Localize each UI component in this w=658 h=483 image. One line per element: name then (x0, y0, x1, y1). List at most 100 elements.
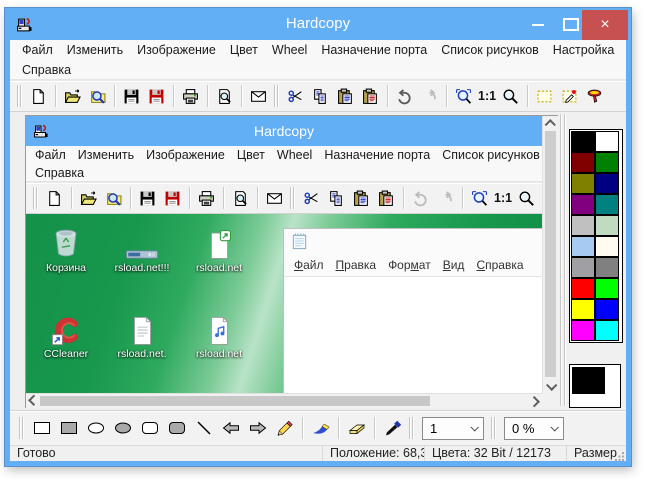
zoom-button[interactable] (498, 84, 523, 109)
line-width-dropdown[interactable]: 1 (422, 416, 484, 440)
arrow-right-button[interactable] (244, 416, 271, 440)
zoom-100-button[interactable]: 1:1 (476, 84, 498, 109)
menu-item-Настройка[interactable]: Настройка (546, 40, 622, 60)
minimize-button[interactable] (525, 8, 551, 40)
menu-item-Изменить[interactable]: Изменить (60, 40, 130, 60)
print-button[interactable] (194, 186, 219, 211)
palette-swatch-#000080[interactable] (595, 173, 619, 194)
select-rectangle-button[interactable] (532, 84, 557, 109)
cut-button[interactable] (283, 84, 308, 109)
rectangle-button[interactable] (28, 416, 55, 440)
title-bar[interactable]: Hardcopy × (5, 8, 631, 40)
paste-button[interactable] (349, 186, 374, 211)
rounded-rectangle-filled-button[interactable] (163, 416, 190, 440)
captured-image-canvas[interactable]: Корзина rsload.net!!! rsload.net CCleaner rs… (26, 214, 542, 393)
capture-button[interactable] (582, 84, 607, 109)
paste-special-button[interactable] (358, 84, 383, 109)
toolbar-grip[interactable] (409, 416, 415, 440)
color-picker-button[interactable] (379, 416, 406, 440)
redo-button[interactable] (433, 186, 458, 211)
print-button[interactable] (178, 84, 203, 109)
line-button[interactable] (190, 416, 217, 440)
scroll-right-button[interactable] (528, 394, 542, 408)
save-as-button[interactable] (160, 186, 185, 211)
palette-swatch-#FFFFFF[interactable] (595, 131, 619, 152)
undo-button[interactable] (408, 186, 433, 211)
zoom-window-button[interactable] (451, 84, 476, 109)
horizontal-scrollbar[interactable] (26, 393, 542, 408)
vertical-scroll-thumb[interactable] (545, 131, 556, 377)
line-width-dropdown-button[interactable] (465, 418, 483, 439)
menu-item-Цвет[interactable]: Цвет (223, 40, 265, 60)
toolbar-grip[interactable] (19, 416, 25, 440)
menu-item-Назначение порта[interactable]: Назначение порта (318, 146, 436, 164)
open-preview-button[interactable] (85, 84, 110, 109)
scroll-left-button[interactable] (26, 394, 40, 408)
ellipse-filled-button[interactable] (109, 416, 136, 440)
redo-button[interactable] (417, 84, 442, 109)
opacity-dropdown-button[interactable] (545, 418, 563, 439)
palette-swatch-#00FFFF[interactable] (595, 320, 619, 341)
eraser-button[interactable] (343, 416, 370, 440)
toolbar-grip[interactable] (290, 186, 296, 210)
menu-item-Назначение порта[interactable]: Назначение порта (314, 40, 434, 60)
zoom-button[interactable] (514, 186, 539, 211)
copy-button[interactable] (308, 84, 333, 109)
toolbar-grip[interactable] (491, 416, 497, 440)
scroll-up-button[interactable] (543, 116, 558, 131)
marker-button[interactable] (307, 416, 334, 440)
zoom-window-button[interactable] (467, 186, 492, 211)
open-button[interactable] (60, 84, 85, 109)
palette-swatch-#008000[interactable] (595, 152, 619, 173)
palette-swatch-#A6CAF0[interactable] (571, 236, 595, 257)
send-mail-button[interactable] (262, 186, 287, 211)
edit-selection-button[interactable] (557, 84, 582, 109)
menu-item-Список рисунков[interactable]: Список рисунков (434, 40, 546, 60)
menu-item-Файл[interactable]: Файл (29, 146, 72, 164)
ellipse-button[interactable] (82, 416, 109, 440)
palette-swatch-#FFFBF0[interactable] (595, 236, 619, 257)
palette-swatch-#C0DCC0[interactable] (595, 215, 619, 236)
palette-swatch-#000000[interactable] (571, 131, 595, 152)
palette-swatch-#FF0000[interactable] (571, 278, 595, 299)
palette-swatch-#0000FF[interactable] (595, 299, 619, 320)
menu-item-Wheel[interactable]: Wheel (271, 146, 318, 164)
save-as-button[interactable] (144, 84, 169, 109)
paste-special-button[interactable] (374, 186, 399, 211)
rectangle-filled-button[interactable] (55, 416, 82, 440)
menu-item-Изображение[interactable]: Изображение (140, 146, 231, 164)
paste-button[interactable] (333, 84, 358, 109)
menu-item-Список рисунков[interactable]: Список рисунков (436, 146, 542, 164)
undo-button[interactable] (392, 84, 417, 109)
menu-item-Справка[interactable]: Справка (29, 164, 90, 182)
child-title-bar[interactable]: Hardcopy (26, 116, 542, 146)
menu-item-Изменить[interactable]: Изменить (72, 146, 140, 164)
new-document-button[interactable] (26, 84, 51, 109)
save-button[interactable] (135, 186, 160, 211)
vertical-scrollbar[interactable] (542, 116, 558, 393)
menu-item-Цвет[interactable]: Цвет (231, 146, 271, 164)
arrow-left-button[interactable] (217, 416, 244, 440)
zoom-100-button[interactable]: 1:1 (492, 186, 514, 211)
resize-grip[interactable] (615, 450, 625, 461)
print-preview-button[interactable] (212, 84, 237, 109)
palette-swatch-#800080[interactable] (571, 194, 595, 215)
print-preview-button[interactable] (228, 186, 253, 211)
palette-swatch-#C0C0C0[interactable] (571, 215, 595, 236)
menu-item-Файл[interactable]: Файл (15, 40, 60, 60)
maximize-button[interactable] (557, 8, 583, 40)
opacity-dropdown[interactable]: 0 % (504, 416, 564, 440)
pencil-button[interactable] (271, 416, 298, 440)
new-document-button[interactable] (42, 186, 67, 211)
palette-swatch-#008080[interactable] (595, 194, 619, 215)
cut-button[interactable] (299, 186, 324, 211)
scroll-down-button[interactable] (543, 378, 558, 393)
horizontal-scroll-thumb[interactable] (40, 396, 430, 406)
palette-swatch-#00FF00[interactable] (595, 278, 619, 299)
toolbar-grip[interactable] (17, 84, 23, 108)
palette-swatch-#800000[interactable] (571, 152, 595, 173)
palette-swatch-#808000[interactable] (571, 173, 595, 194)
toolbar-grip[interactable] (274, 84, 280, 108)
copy-button[interactable] (324, 186, 349, 211)
open-preview-button[interactable] (101, 186, 126, 211)
